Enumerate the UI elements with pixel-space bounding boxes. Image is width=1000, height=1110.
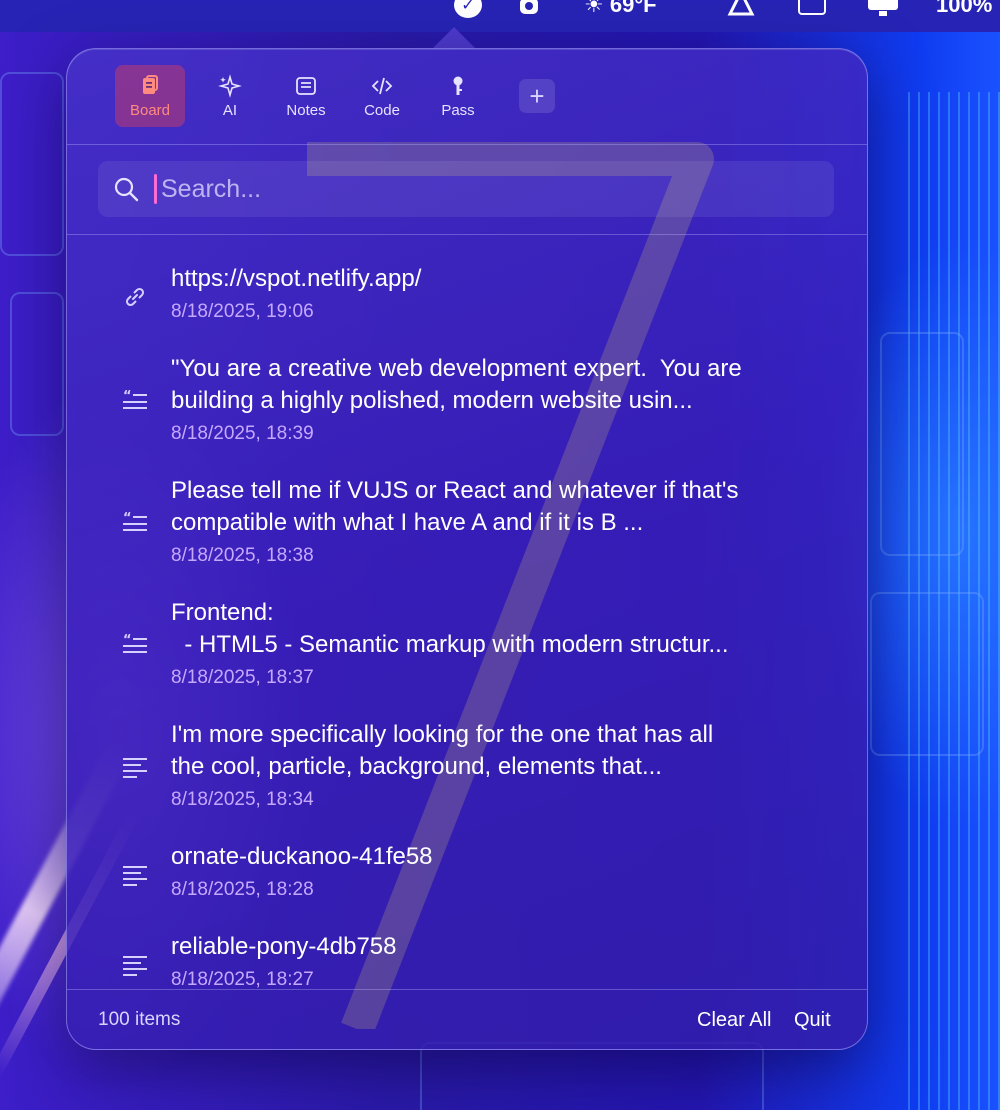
tab-pass[interactable]: Pass	[427, 65, 489, 127]
item-timestamp: 8/18/2025, 18:34	[171, 789, 314, 810]
item-text: https://vspot.netlify.app/	[171, 265, 422, 292]
item-count: 100 items	[98, 1009, 181, 1030]
quit-button[interactable]: Quit	[794, 1009, 831, 1032]
temperature-label: 69°F	[609, 0, 657, 17]
search-box[interactable]	[98, 161, 834, 217]
tab-bar: Board AI Notes Code Pass	[115, 65, 489, 127]
item-timestamp: 8/18/2025, 19:06	[171, 301, 314, 322]
clipboard-list[interactable]: https://vspot.netlify.app/ 8/18/2025, 19…	[67, 235, 867, 989]
sparkles-icon	[218, 73, 242, 98]
sun-icon: ☀	[584, 0, 604, 17]
item-timestamp: 8/18/2025, 18:27	[171, 969, 314, 989]
item-timestamp: 8/18/2025, 18:37	[171, 667, 314, 688]
app-status-icon[interactable]: ✓	[454, 0, 482, 18]
text-icon	[121, 861, 149, 889]
text-caret	[154, 174, 157, 204]
footer: 100 items Clear All Quit	[67, 989, 867, 1049]
text-icon	[121, 753, 149, 781]
item-text: reliable-pony-4db758	[171, 933, 397, 960]
quote-icon: “	[121, 631, 149, 659]
item-text: "You are a creative web development expe…	[171, 355, 742, 414]
tab-notes[interactable]: Notes	[275, 65, 337, 127]
search-input[interactable]	[159, 173, 783, 205]
text-icon	[121, 951, 149, 979]
item-timestamp: 8/18/2025, 18:39	[171, 423, 314, 444]
keyboard-icon[interactable]	[798, 0, 826, 18]
tab-label: AI	[222, 101, 238, 119]
tab-label: Code	[364, 101, 400, 119]
notes-icon	[296, 76, 316, 95]
item-text: I'm more specifically looking for the on…	[171, 721, 714, 780]
tab-board[interactable]: Board	[115, 65, 185, 127]
item-timestamp: 8/18/2025, 18:38	[171, 545, 314, 566]
tab-label: Notes	[286, 101, 326, 119]
quote-icon: “	[121, 387, 149, 415]
clear-all-button[interactable]: Clear All	[697, 1009, 771, 1032]
tab-label: Pass	[441, 101, 475, 119]
add-tab-button[interactable]: +	[519, 79, 555, 113]
clipboard-icon	[143, 74, 158, 94]
camera-icon[interactable]	[516, 0, 542, 18]
flask-icon[interactable]	[726, 0, 756, 18]
menu-bar: ✓ ☀ 69°F 100%	[0, 0, 1000, 32]
tab-ai[interactable]: AI	[199, 65, 261, 127]
quote-icon: “	[121, 509, 149, 537]
item-timestamp: 8/18/2025, 18:28	[171, 879, 314, 900]
item-text: ornate-duckanoo-41fe58	[171, 843, 433, 870]
display-icon[interactable]	[866, 0, 900, 18]
tab-label: Board	[129, 101, 171, 119]
link-icon	[121, 283, 149, 311]
weather-widget[interactable]: ☀ 69°F	[584, 0, 657, 18]
battery-label[interactable]: 100%	[936, 0, 992, 18]
item-text: Please tell me if VUJS or React and what…	[171, 477, 739, 536]
divider	[67, 144, 867, 145]
code-icon	[371, 77, 393, 94]
popover-arrow	[432, 27, 476, 49]
key-icon	[453, 76, 463, 95]
tab-code[interactable]: Code	[351, 65, 413, 127]
item-text: Frontend: - HTML5 - Semantic markup with…	[171, 599, 729, 658]
search-icon	[114, 177, 139, 202]
clipboard-popover: Board AI Notes Code Pass + Search... htt…	[66, 48, 868, 1050]
